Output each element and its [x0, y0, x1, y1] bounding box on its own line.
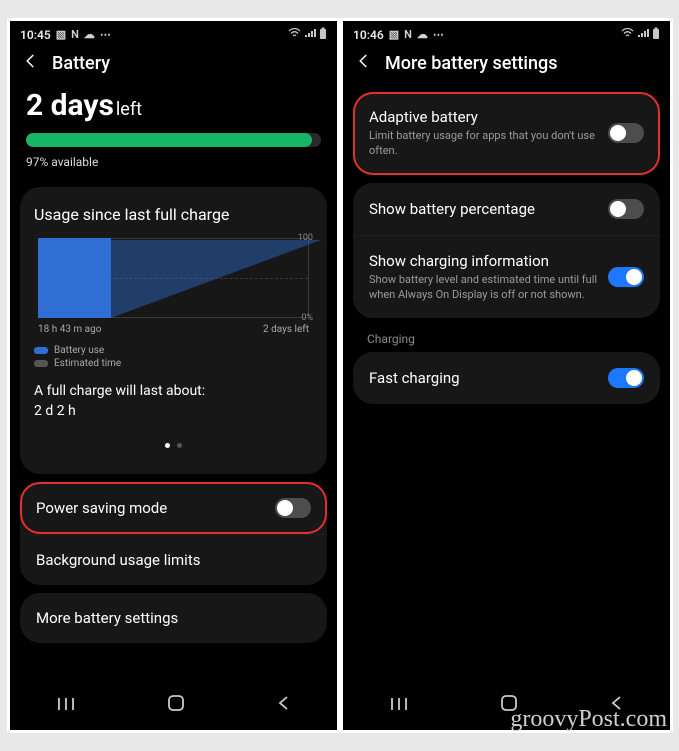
estimate-value: 2 d 2 h [34, 403, 313, 419]
status-bar: 10:45 ▧ N ☁ ⋯ [10, 21, 337, 44]
page-dot-1 [165, 443, 170, 448]
legend-swatch-blue [34, 347, 48, 354]
cloud-icon: ☁ [84, 28, 95, 41]
nav-back-icon[interactable] [609, 695, 625, 715]
show-percentage-label: Show battery percentage [369, 200, 535, 218]
power-saving-label: Power saving mode [36, 499, 167, 517]
battery-bar-fill [26, 133, 312, 147]
bg-limits-row[interactable]: Background usage limits [20, 534, 327, 585]
status-time: 10:46 [353, 28, 384, 42]
page-indicator[interactable] [34, 433, 313, 452]
chart-legend: Battery use Estimated time [34, 345, 313, 369]
usage-chart[interactable]: 100 0% [38, 238, 309, 318]
estimate-label: A full charge will last about: [34, 383, 313, 399]
time-remaining-suffix: left [116, 99, 142, 120]
page-dot-2 [177, 443, 182, 448]
nav-back-icon[interactable] [276, 695, 292, 715]
battery-percent-label: 97% available [26, 155, 321, 169]
status-time: 10:45 [20, 28, 51, 42]
battery-summary: 2 daysleft 97% available [10, 84, 337, 175]
status-bar: 10:46 ▧ N ☁ ⋯ [343, 21, 670, 44]
legend-estimated: Estimated time [54, 358, 121, 369]
wifi-icon [288, 28, 301, 41]
adaptive-battery-sub: Limit battery usage for apps that you do… [369, 129, 600, 159]
bg-limits-label: Background usage limits [36, 551, 200, 569]
battery-bar [26, 133, 321, 147]
nav-bar [10, 678, 337, 730]
dots-icon: ⋯ [433, 28, 444, 41]
section-charging-label: Charging [367, 332, 670, 346]
back-button[interactable] [355, 52, 373, 74]
show-charging-label: Show charging information [369, 252, 600, 270]
nav-home-icon[interactable] [500, 694, 518, 716]
nav-home-icon[interactable] [167, 694, 185, 716]
more-battery-screen: 10:46 ▧ N ☁ ⋯ More battery settings Adap… [343, 21, 670, 730]
fast-charging-row[interactable]: Fast charging [353, 352, 660, 404]
n-icon: N [404, 28, 412, 41]
more-settings-label: More battery settings [36, 609, 178, 627]
adaptive-battery-toggle[interactable] [608, 123, 644, 143]
chart-estimated [111, 240, 321, 318]
image-icon: ▧ [56, 28, 66, 41]
adaptive-battery-row[interactable]: Adaptive battery Limit battery usage for… [353, 92, 660, 175]
adaptive-battery-label: Adaptive battery [369, 108, 600, 126]
battery-screen: 10:45 ▧ N ☁ ⋯ Battery 2 daysleft [10, 21, 337, 730]
wifi-icon [621, 28, 634, 41]
header: Battery [10, 44, 337, 84]
show-charging-row[interactable]: Show charging information Show battery l… [353, 235, 660, 319]
nav-bar [343, 678, 670, 730]
usage-card: Usage since last full charge 100 0% 18 h… [20, 187, 327, 474]
nav-recent-icon[interactable] [389, 696, 409, 715]
n-icon: N [71, 28, 79, 41]
chart-foot-right: 2 days left [263, 324, 309, 335]
legend-battery-use: Battery use [54, 345, 104, 356]
page-title: More battery settings [385, 53, 558, 74]
signal-icon [637, 28, 649, 41]
cloud-icon: ☁ [417, 28, 428, 41]
image-icon: ▧ [389, 28, 399, 41]
chart-battery-use [38, 238, 111, 318]
back-button[interactable] [22, 52, 40, 74]
battery-icon [652, 27, 660, 42]
page-title: Battery [52, 53, 110, 74]
more-settings-row[interactable]: More battery settings [20, 593, 327, 643]
power-saving-toggle[interactable] [275, 498, 311, 518]
fast-charging-toggle[interactable] [608, 368, 644, 388]
fast-charging-label: Fast charging [369, 369, 460, 387]
show-percentage-toggle[interactable] [608, 199, 644, 219]
power-saving-row[interactable]: Power saving mode [20, 482, 327, 534]
header: More battery settings [343, 44, 670, 84]
show-percentage-row[interactable]: Show battery percentage [353, 183, 660, 235]
chart-foot-left: 18 h 43 m ago [38, 324, 101, 335]
show-charging-sub: Show battery level and estimated time un… [369, 273, 600, 303]
signal-icon [304, 28, 316, 41]
usage-title: Usage since last full charge [34, 205, 313, 224]
legend-swatch-gray [34, 360, 48, 367]
dots-icon: ⋯ [100, 28, 111, 41]
time-remaining-value: 2 days [26, 88, 114, 123]
battery-icon [319, 27, 327, 42]
nav-recent-icon[interactable] [56, 696, 76, 715]
show-charging-toggle[interactable] [608, 267, 644, 287]
